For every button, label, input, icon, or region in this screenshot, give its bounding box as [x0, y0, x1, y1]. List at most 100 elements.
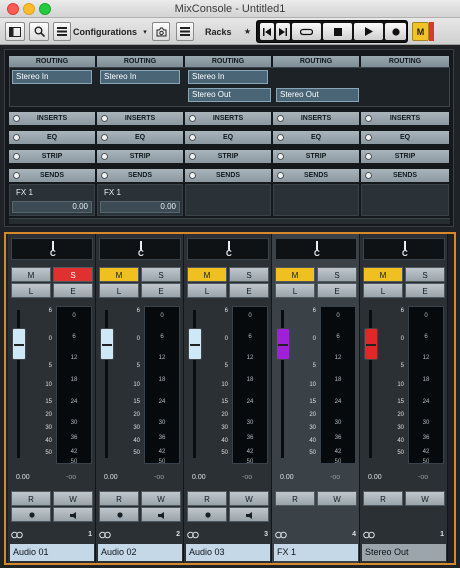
send-level[interactable]: 0.00 — [12, 201, 92, 213]
send-level[interactable]: 0.00 — [100, 201, 180, 213]
volume-fader[interactable] — [364, 328, 378, 360]
routing-header-1[interactable]: ROUTING — [9, 56, 95, 67]
volume-value[interactable]: 0.00 — [192, 474, 206, 481]
pan-control[interactable]: C — [99, 238, 181, 260]
mute-button[interactable]: M — [187, 267, 227, 282]
read-automation-button[interactable]: R — [99, 491, 139, 506]
snapshot-button[interactable] — [152, 22, 170, 41]
write-automation-button[interactable]: W — [317, 491, 357, 506]
listen-button[interactable]: L — [363, 283, 403, 298]
search-button[interactable] — [29, 22, 49, 41]
cycle-button[interactable] — [292, 23, 321, 40]
record-enable-button[interactable] — [99, 507, 139, 522]
volume-value[interactable]: 0.00 — [16, 474, 30, 481]
go-to-end-button[interactable] — [276, 23, 290, 40]
record-enable-button[interactable] — [187, 507, 227, 522]
channel-name[interactable]: Stereo Out — [362, 544, 446, 561]
write-automation-button[interactable]: W — [53, 491, 93, 506]
send-slot-5[interactable] — [361, 184, 449, 216]
volume-fader[interactable] — [12, 328, 26, 360]
listen-button[interactable]: L — [187, 283, 227, 298]
monitor-button[interactable] — [141, 507, 181, 522]
listen-button[interactable]: L — [275, 283, 315, 298]
play-button[interactable] — [354, 23, 383, 40]
mute-button[interactable]: M — [99, 267, 139, 282]
send-slot-2[interactable]: FX 1 0.00 — [97, 184, 183, 216]
volume-fader[interactable] — [188, 328, 202, 360]
pan-control[interactable]: C — [187, 238, 269, 260]
edit-button[interactable]: E — [53, 283, 93, 298]
eq-row-1[interactable]: EQ — [9, 131, 95, 144]
racks-label[interactable]: Racks — [205, 22, 232, 41]
pan-control[interactable]: C — [363, 238, 445, 260]
strip-row-2[interactable]: STRIP — [97, 150, 183, 163]
volume-value[interactable]: 0.00 — [104, 474, 118, 481]
eq-row-4[interactable]: EQ — [273, 131, 359, 144]
routing-header-3[interactable]: ROUTING — [185, 56, 271, 67]
routing-header-5[interactable]: ROUTING — [361, 56, 449, 67]
strip-row-5[interactable]: STRIP — [361, 150, 449, 163]
routing-input-3[interactable]: Stereo In — [188, 70, 268, 84]
pan-control[interactable]: C — [11, 238, 93, 260]
routing-input-1[interactable]: Stereo In — [12, 70, 92, 84]
rack-scrollbar[interactable] — [9, 218, 450, 224]
read-automation-button[interactable]: R — [187, 491, 227, 506]
eq-row-5[interactable]: EQ — [361, 131, 449, 144]
sends-row-3[interactable]: SENDS — [185, 169, 271, 182]
routing-header-4[interactable]: ROUTING — [273, 56, 359, 67]
channel-name[interactable]: Audio 02 — [98, 544, 182, 561]
channel-name[interactable]: Audio 01 — [10, 544, 94, 561]
configurations-dropdown[interactable]: ▾ — [140, 22, 150, 41]
listen-button[interactable]: L — [99, 283, 139, 298]
inserts-row-3[interactable]: INSERTS — [185, 112, 271, 125]
read-automation-button[interactable]: R — [363, 491, 403, 506]
mute-button[interactable]: M — [11, 267, 51, 282]
solo-button[interactable]: S — [317, 267, 357, 282]
volume-fader[interactable] — [100, 328, 114, 360]
send-slot-4[interactable] — [273, 184, 359, 216]
channel-name[interactable]: Audio 03 — [186, 544, 270, 561]
edit-button[interactable]: E — [405, 283, 445, 298]
inserts-row-2[interactable]: INSERTS — [97, 112, 183, 125]
sends-row-5[interactable]: SENDS — [361, 169, 449, 182]
sends-row-1[interactable]: SENDS — [9, 169, 95, 182]
solo-button[interactable]: S — [405, 267, 445, 282]
inserts-row-5[interactable]: INSERTS — [361, 112, 449, 125]
mute-button[interactable]: M — [275, 267, 315, 282]
solo-button[interactable]: S — [53, 267, 93, 282]
edit-button[interactable]: E — [317, 283, 357, 298]
record-button[interactable] — [385, 23, 406, 40]
racks-favorite-button[interactable]: ★ — [242, 22, 253, 41]
eq-row-2[interactable]: EQ — [97, 131, 183, 144]
pan-control[interactable]: C — [275, 238, 357, 260]
volume-value[interactable]: 0.00 — [368, 474, 382, 481]
read-automation-button[interactable]: R — [275, 491, 315, 506]
channel-name[interactable]: FX 1 — [274, 544, 358, 561]
routing-output-3[interactable]: Stereo Out — [188, 88, 271, 102]
send-slot-1[interactable]: FX 1 0.00 — [9, 184, 95, 216]
sends-row-2[interactable]: SENDS — [97, 169, 183, 182]
monitor-button[interactable] — [53, 507, 93, 522]
write-automation-button[interactable]: W — [405, 491, 445, 506]
inserts-row-4[interactable]: INSERTS — [273, 112, 359, 125]
configurations-menu-button[interactable] — [53, 22, 71, 41]
write-automation-button[interactable]: W — [141, 491, 181, 506]
strip-row-1[interactable]: STRIP — [9, 150, 95, 163]
volume-value[interactable]: 0.00 — [280, 474, 294, 481]
mute-button[interactable]: M — [363, 267, 403, 282]
strip-row-4[interactable]: STRIP — [273, 150, 359, 163]
listen-button[interactable]: L — [11, 283, 51, 298]
configurations-label[interactable]: Configurations — [73, 22, 137, 41]
window-layout-button[interactable] — [5, 22, 25, 41]
inserts-row-1[interactable]: INSERTS — [9, 112, 95, 125]
monitor-button[interactable] — [229, 507, 269, 522]
racks-menu-button[interactable] — [176, 22, 194, 41]
routing-output-4[interactable]: Stereo Out — [276, 88, 359, 102]
send-slot-3[interactable] — [185, 184, 271, 216]
go-to-start-button[interactable] — [260, 23, 274, 40]
eq-row-3[interactable]: EQ — [185, 131, 271, 144]
edit-button[interactable]: E — [229, 283, 269, 298]
read-automation-button[interactable]: R — [11, 491, 51, 506]
global-mute-button[interactable]: M — [412, 22, 429, 41]
routing-header-2[interactable]: ROUTING — [97, 56, 183, 67]
